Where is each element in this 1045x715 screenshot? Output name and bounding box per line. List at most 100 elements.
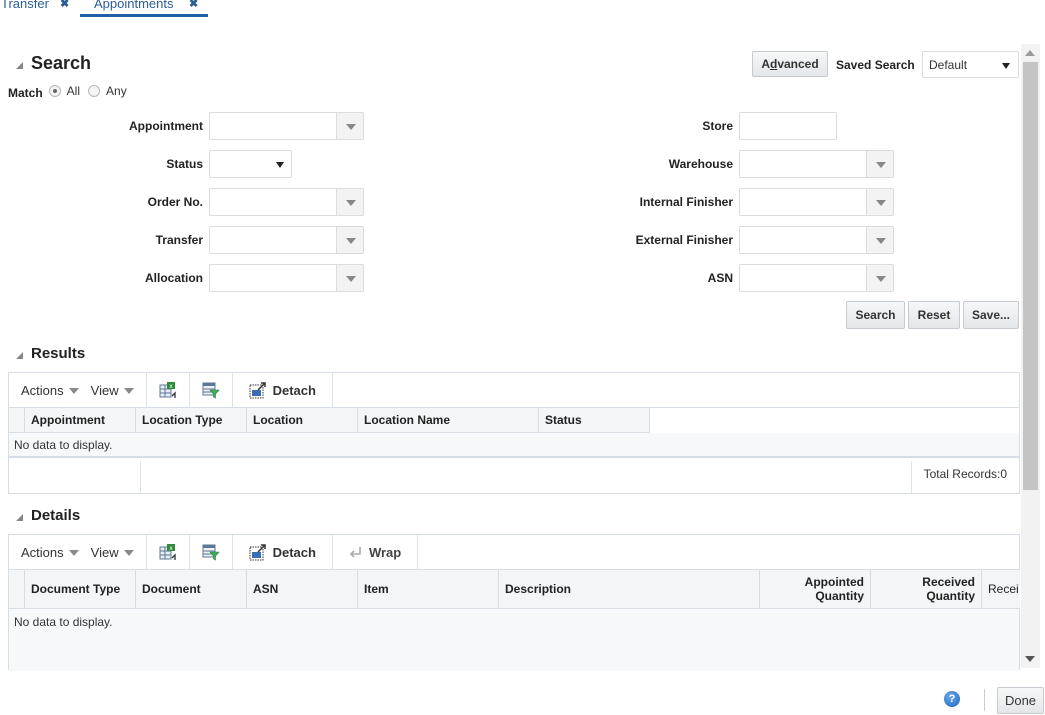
detach-group: Detach <box>233 535 333 569</box>
results-grid-body: No data to display. <box>9 433 1019 458</box>
total-records: Total Records:0 <box>923 467 1007 481</box>
transfer-label: Transfer <box>155 233 203 247</box>
appointment-combo[interactable] <box>209 112 364 140</box>
collapse-icon[interactable] <box>16 61 23 69</box>
scroll-down-icon[interactable] <box>1025 656 1035 662</box>
status-select[interactable] <box>209 150 292 178</box>
export-group: x <box>147 373 190 407</box>
svg-text:x: x <box>169 383 173 390</box>
close-tab-icon[interactable]: ✖ <box>60 0 69 10</box>
dropdown-icon[interactable] <box>866 189 893 215</box>
tab-label: Transfer <box>1 0 49 11</box>
dropdown-icon[interactable] <box>336 227 363 253</box>
dropdown-icon[interactable] <box>866 227 893 253</box>
collapse-icon[interactable] <box>16 513 23 521</box>
details-grid-header: Document Type Document ASN Item Descript… <box>9 570 1020 609</box>
export-group: x <box>147 535 190 569</box>
export-to-excel-icon[interactable]: x <box>159 543 177 561</box>
scrollbar-thumb[interactable] <box>1023 62 1038 490</box>
chevron-down-icon <box>68 550 79 556</box>
asn-combo[interactable] <box>739 264 894 292</box>
col-location-name[interactable]: Location Name <box>358 408 539 432</box>
order-no-combo[interactable] <box>209 188 364 216</box>
status-bar-divider <box>911 461 912 494</box>
col-appointed-quantity[interactable]: Appointed Quantity <box>760 570 871 608</box>
dropdown-icon[interactable] <box>866 151 893 177</box>
actions-menu[interactable]: Actions <box>21 383 79 398</box>
close-tab-icon[interactable]: ✖ <box>189 0 198 10</box>
view-menu[interactable]: View <box>91 545 134 560</box>
allocation-label: Allocation <box>144 271 203 285</box>
order-no-label: Order No. <box>147 195 203 209</box>
allocation-combo[interactable] <box>209 264 364 292</box>
details-section-header[interactable]: Details <box>16 507 80 524</box>
internal-finisher-combo[interactable] <box>739 188 894 216</box>
transfer-combo[interactable] <box>209 226 364 254</box>
col-asn[interactable]: ASN <box>247 570 358 608</box>
tab-label: Appointments <box>94 0 174 11</box>
results-title: Results <box>31 345 86 362</box>
advanced-button[interactable]: Advanced <box>752 51 828 77</box>
filter-group <box>190 373 233 407</box>
done-button[interactable]: Done <box>997 687 1044 714</box>
match-any-label[interactable]: Any <box>106 84 127 98</box>
detach-button[interactable]: Detach <box>239 543 326 561</box>
export-to-excel-icon[interactable]: x <box>159 381 177 399</box>
col-document-type[interactable]: Document Type <box>25 570 136 608</box>
saved-search-value: Default <box>929 57 968 72</box>
details-empty-text: No data to display. <box>14 615 113 629</box>
filter-group <box>190 535 233 569</box>
dropdown-icon[interactable] <box>336 189 363 215</box>
wrap-group: Wrap <box>333 535 419 569</box>
col-label-line: Appointed <box>804 575 864 589</box>
match-all-radio[interactable] <box>48 85 61 97</box>
col-document[interactable]: Document <box>136 570 247 608</box>
chevron-down-icon <box>123 388 134 394</box>
wrap-button[interactable]: Wrap <box>339 545 411 560</box>
col-appointment[interactable]: Appointment <box>25 408 136 432</box>
details-grid-body: No data to display. <box>9 609 1019 671</box>
col-location[interactable]: Location <box>247 408 358 432</box>
dropdown-icon[interactable] <box>336 265 363 291</box>
col-location-type[interactable]: Location Type <box>136 408 247 432</box>
footer-divider <box>984 689 985 711</box>
query-by-example-icon[interactable] <box>202 381 220 399</box>
external-finisher-combo[interactable] <box>739 226 894 254</box>
search-section-header[interactable]: Search <box>16 53 91 74</box>
warehouse-combo[interactable] <box>739 150 894 178</box>
dropdown-icon[interactable] <box>336 113 363 139</box>
save-search-button[interactable]: Save... <box>963 301 1019 329</box>
scroll-up-icon[interactable] <box>1025 50 1035 56</box>
status-label: Status <box>166 157 203 171</box>
wrap-icon <box>349 547 361 558</box>
col-status[interactable]: Status <box>539 408 650 432</box>
tab-transfer[interactable]: Transfer ✖ <box>0 0 75 20</box>
actions-menu[interactable]: Actions <box>21 545 79 560</box>
results-grid-header: Appointment Location Type Location Locat… <box>9 408 650 433</box>
saved-search-select[interactable]: Default <box>922 51 1019 78</box>
help-icon[interactable]: ? <box>944 691 960 707</box>
tab-appointments[interactable]: Appointments ✖ <box>80 0 208 20</box>
view-menu[interactable]: View <box>91 383 134 398</box>
wrap-label: Wrap <box>368 544 402 560</box>
svg-text:x: x <box>169 545 173 552</box>
detach-button[interactable]: Detach <box>239 381 326 399</box>
detach-label: Detach <box>272 544 316 560</box>
dropdown-icon[interactable] <box>866 265 893 291</box>
store-input[interactable] <box>739 112 837 140</box>
col-item[interactable]: Item <box>358 570 499 608</box>
warehouse-label: Warehouse <box>668 157 733 171</box>
match-all-label[interactable]: All <box>67 84 80 98</box>
reset-button[interactable]: Reset <box>908 301 960 329</box>
match-any-radio[interactable] <box>88 85 101 97</box>
col-received-truncated[interactable]: Recei <box>982 570 1020 608</box>
col-received-quantity[interactable]: Received Quantity <box>871 570 982 608</box>
row-header-gutter <box>9 408 25 432</box>
col-description[interactable]: Description <box>499 570 760 608</box>
query-by-example-icon[interactable] <box>202 543 220 561</box>
results-section-header[interactable]: Results <box>16 345 85 362</box>
search-title: Search <box>31 53 92 73</box>
search-button[interactable]: Search <box>846 301 905 329</box>
collapse-icon[interactable] <box>16 351 23 359</box>
vertical-scrollbar[interactable] <box>1021 44 1040 668</box>
